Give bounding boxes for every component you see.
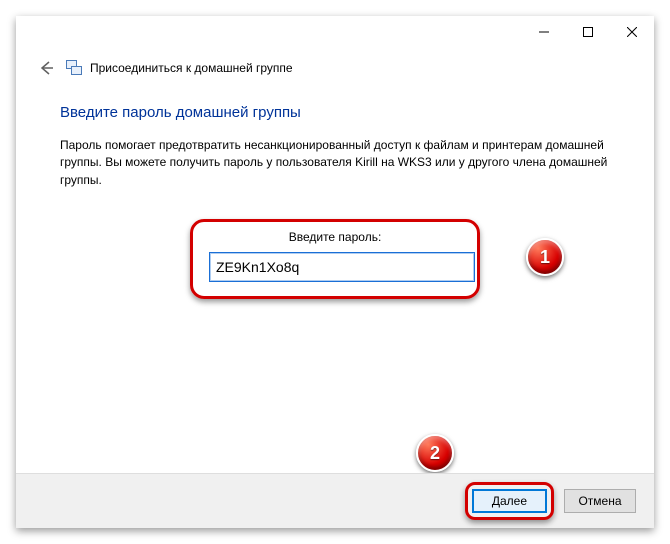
minimize-button[interactable] (522, 18, 566, 46)
annotation-badge-2: 2 (416, 434, 454, 472)
cancel-button[interactable]: Отмена (564, 489, 636, 513)
wizard-header: Присоединиться к домашней группе (16, 48, 654, 80)
password-section: Введите пароль: (190, 219, 480, 299)
next-button[interactable]: Далее (472, 489, 547, 513)
password-input[interactable] (209, 252, 475, 282)
page-description: Пароль помогает предотвратить несанкцион… (60, 137, 610, 189)
wizard-footer: Далее Отмена (16, 473, 654, 528)
minimize-icon (539, 27, 549, 37)
close-button[interactable] (610, 18, 654, 46)
wizard-window: Присоединиться к домашней группе Введите… (16, 16, 654, 528)
page-heading: Введите пароль домашней группы (60, 104, 610, 121)
annotation-callout-1: Введите пароль: (190, 219, 480, 299)
annotation-callout-2: Далее (465, 482, 554, 520)
homegroup-icon (66, 60, 82, 76)
password-label: Введите пароль: (209, 230, 461, 244)
annotation-badge-1: 1 (526, 238, 564, 276)
maximize-button[interactable] (566, 18, 610, 46)
back-button[interactable] (34, 56, 58, 80)
close-icon (627, 27, 637, 37)
window-title: Присоединиться к домашней группе (90, 61, 293, 75)
window-titlebar (16, 16, 654, 48)
back-arrow-icon (37, 59, 55, 77)
maximize-icon (583, 27, 593, 37)
